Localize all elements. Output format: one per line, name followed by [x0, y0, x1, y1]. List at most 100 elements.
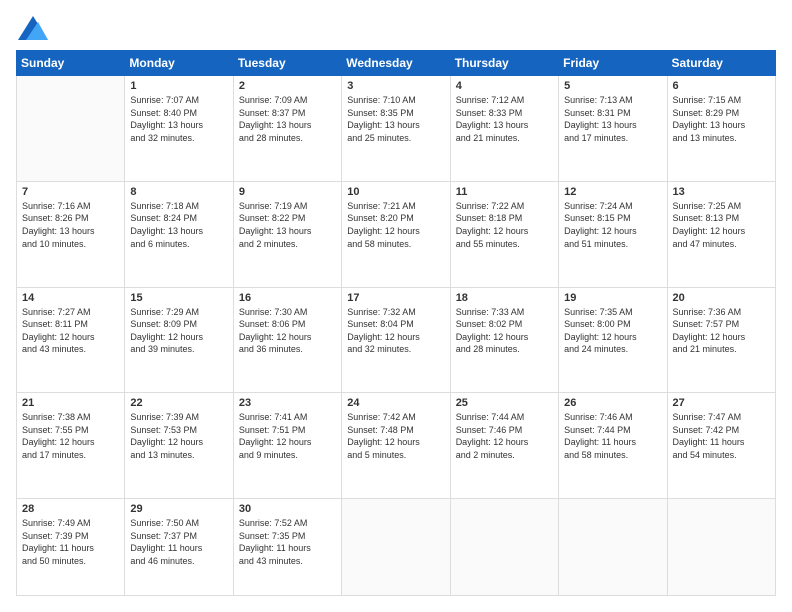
day-number: 6 — [673, 80, 770, 92]
day-info: Sunrise: 7:18 AM Sunset: 8:24 PM Dayligh… — [130, 200, 227, 250]
logo — [16, 16, 48, 40]
calendar-cell: 30 Sunrise: 7:52 AM Sunset: 7:35 PM Dayli… — [233, 499, 341, 596]
day-number: 11 — [456, 186, 553, 198]
page: SundayMondayTuesdayWednesdayThursdayFrid… — [0, 0, 792, 612]
day-number: 30 — [239, 503, 336, 515]
calendar-cell — [450, 499, 558, 596]
header — [16, 16, 776, 40]
calendar-week-4: 28 Sunrise: 7:49 AM Sunset: 7:39 PM Dayli… — [17, 499, 776, 596]
calendar-cell: 28 Sunrise: 7:49 AM Sunset: 7:39 PM Dayli… — [17, 499, 125, 596]
calendar-cell — [559, 499, 667, 596]
day-number: 10 — [347, 186, 444, 198]
calendar-cell: 29 Sunrise: 7:50 AM Sunset: 7:37 PM Dayli… — [125, 499, 233, 596]
day-number: 14 — [22, 292, 119, 304]
calendar-cell: 22 Sunrise: 7:39 AM Sunset: 7:53 PM Dayli… — [125, 393, 233, 499]
calendar-header-friday: Friday — [559, 51, 667, 76]
calendar-cell: 6Sunrise: 7:15 AM Sunset: 8:29 PM Daylig… — [667, 76, 775, 182]
day-info: Sunrise: 7:12 AM Sunset: 8:33 PM Dayligh… — [456, 94, 553, 144]
calendar-header-wednesday: Wednesday — [342, 51, 450, 76]
logo-icon — [18, 16, 48, 40]
day-number: 21 — [22, 397, 119, 409]
day-info: Sunrise: 7:49 AM Sunset: 7:39 PM Dayligh… — [22, 517, 119, 567]
calendar-cell: 21 Sunrise: 7:38 AM Sunset: 7:55 PM Dayli… — [17, 393, 125, 499]
day-number: 24 — [347, 397, 444, 409]
day-number: 19 — [564, 292, 661, 304]
day-number: 20 — [673, 292, 770, 304]
day-info: Sunrise: 7:30 AM Sunset: 8:06 PM Dayligh… — [239, 306, 336, 356]
calendar-cell: 5Sunrise: 7:13 AM Sunset: 8:31 PM Daylig… — [559, 76, 667, 182]
day-number: 4 — [456, 80, 553, 92]
day-number: 29 — [130, 503, 227, 515]
day-number: 9 — [239, 186, 336, 198]
calendar-cell: 17 Sunrise: 7:32 AM Sunset: 8:04 PM Dayli… — [342, 287, 450, 393]
day-number: 25 — [456, 397, 553, 409]
day-number: 18 — [456, 292, 553, 304]
calendar-header-thursday: Thursday — [450, 51, 558, 76]
day-info: Sunrise: 7:16 AM Sunset: 8:26 PM Dayligh… — [22, 200, 119, 250]
day-info: Sunrise: 7:39 AM Sunset: 7:53 PM Dayligh… — [130, 411, 227, 461]
day-number: 28 — [22, 503, 119, 515]
day-info: Sunrise: 7:35 AM Sunset: 8:00 PM Dayligh… — [564, 306, 661, 356]
calendar-week-1: 7 Sunrise: 7:16 AM Sunset: 8:26 PM Daylig… — [17, 181, 776, 287]
day-number: 17 — [347, 292, 444, 304]
day-number: 8 — [130, 186, 227, 198]
day-info: Sunrise: 7:44 AM Sunset: 7:46 PM Dayligh… — [456, 411, 553, 461]
day-info: Sunrise: 7:36 AM Sunset: 7:57 PM Dayligh… — [673, 306, 770, 356]
day-info: Sunrise: 7:10 AM Sunset: 8:35 PM Dayligh… — [347, 94, 444, 144]
calendar-header-row: SundayMondayTuesdayWednesdayThursdayFrid… — [17, 51, 776, 76]
day-number: 23 — [239, 397, 336, 409]
calendar-cell: 15Sunrise: 7:29 AM Sunset: 8:09 PM Dayli… — [125, 287, 233, 393]
calendar-cell: 24 Sunrise: 7:42 AM Sunset: 7:48 PM Dayli… — [342, 393, 450, 499]
calendar-cell: 16 Sunrise: 7:30 AM Sunset: 8:06 PM Dayli… — [233, 287, 341, 393]
day-info: Sunrise: 7:32 AM Sunset: 8:04 PM Dayligh… — [347, 306, 444, 356]
calendar-cell: 2Sunrise: 7:09 AM Sunset: 8:37 PM Daylig… — [233, 76, 341, 182]
day-info: Sunrise: 7:09 AM Sunset: 8:37 PM Dayligh… — [239, 94, 336, 144]
day-info: Sunrise: 7:19 AM Sunset: 8:22 PM Dayligh… — [239, 200, 336, 250]
day-number: 7 — [22, 186, 119, 198]
day-number: 22 — [130, 397, 227, 409]
calendar-cell: 27 Sunrise: 7:47 AM Sunset: 7:42 PM Dayli… — [667, 393, 775, 499]
day-info: Sunrise: 7:13 AM Sunset: 8:31 PM Dayligh… — [564, 94, 661, 144]
calendar-week-0: 1 Sunrise: 7:07 AM Sunset: 8:40 PM Daylig… — [17, 76, 776, 182]
day-info: Sunrise: 7:21 AM Sunset: 8:20 PM Dayligh… — [347, 200, 444, 250]
calendar-cell — [17, 76, 125, 182]
day-number: 13 — [673, 186, 770, 198]
day-info: Sunrise: 7:27 AM Sunset: 8:11 PM Dayligh… — [22, 306, 119, 356]
calendar-cell — [342, 499, 450, 596]
day-number: 27 — [673, 397, 770, 409]
calendar-cell: 3 Sunrise: 7:10 AM Sunset: 8:35 PM Daylig… — [342, 76, 450, 182]
day-info: Sunrise: 7:41 AM Sunset: 7:51 PM Dayligh… — [239, 411, 336, 461]
calendar-cell: 11 Sunrise: 7:22 AM Sunset: 8:18 PM Dayli… — [450, 181, 558, 287]
day-number: 26 — [564, 397, 661, 409]
day-info: Sunrise: 7:07 AM Sunset: 8:40 PM Dayligh… — [130, 94, 227, 144]
calendar-cell: 4 Sunrise: 7:12 AM Sunset: 8:33 PM Daylig… — [450, 76, 558, 182]
calendar-cell: 8 Sunrise: 7:18 AM Sunset: 8:24 PM Daylig… — [125, 181, 233, 287]
calendar-cell: 12 Sunrise: 7:24 AM Sunset: 8:15 PM Dayli… — [559, 181, 667, 287]
day-info: Sunrise: 7:29 AM Sunset: 8:09 PM Dayligh… — [130, 306, 227, 356]
day-info: Sunrise: 7:24 AM Sunset: 8:15 PM Dayligh… — [564, 200, 661, 250]
calendar-cell: 25 Sunrise: 7:44 AM Sunset: 7:46 PM Dayli… — [450, 393, 558, 499]
day-info: Sunrise: 7:22 AM Sunset: 8:18 PM Dayligh… — [456, 200, 553, 250]
day-info: Sunrise: 7:46 AM Sunset: 7:44 PM Dayligh… — [564, 411, 661, 461]
calendar-cell: 18Sunrise: 7:33 AM Sunset: 8:02 PM Dayli… — [450, 287, 558, 393]
day-info: Sunrise: 7:38 AM Sunset: 7:55 PM Dayligh… — [22, 411, 119, 461]
day-info: Sunrise: 7:25 AM Sunset: 8:13 PM Dayligh… — [673, 200, 770, 250]
calendar-week-3: 21 Sunrise: 7:38 AM Sunset: 7:55 PM Dayli… — [17, 393, 776, 499]
calendar-cell — [667, 499, 775, 596]
day-number: 16 — [239, 292, 336, 304]
calendar-cell: 23 Sunrise: 7:41 AM Sunset: 7:51 PM Dayli… — [233, 393, 341, 499]
calendar-cell: 14 Sunrise: 7:27 AM Sunset: 8:11 PM Dayli… — [17, 287, 125, 393]
calendar-cell: 7 Sunrise: 7:16 AM Sunset: 8:26 PM Daylig… — [17, 181, 125, 287]
day-info: Sunrise: 7:52 AM Sunset: 7:35 PM Dayligh… — [239, 517, 336, 567]
day-number: 1 — [130, 80, 227, 92]
calendar-cell: 19 Sunrise: 7:35 AM Sunset: 8:00 PM Dayli… — [559, 287, 667, 393]
calendar-cell: 1 Sunrise: 7:07 AM Sunset: 8:40 PM Daylig… — [125, 76, 233, 182]
calendar-week-2: 14 Sunrise: 7:27 AM Sunset: 8:11 PM Dayli… — [17, 287, 776, 393]
day-info: Sunrise: 7:42 AM Sunset: 7:48 PM Dayligh… — [347, 411, 444, 461]
day-number: 3 — [347, 80, 444, 92]
day-info: Sunrise: 7:47 AM Sunset: 7:42 PM Dayligh… — [673, 411, 770, 461]
calendar-header-saturday: Saturday — [667, 51, 775, 76]
calendar-cell: 20 Sunrise: 7:36 AM Sunset: 7:57 PM Dayli… — [667, 287, 775, 393]
day-number: 12 — [564, 186, 661, 198]
day-info: Sunrise: 7:50 AM Sunset: 7:37 PM Dayligh… — [130, 517, 227, 567]
